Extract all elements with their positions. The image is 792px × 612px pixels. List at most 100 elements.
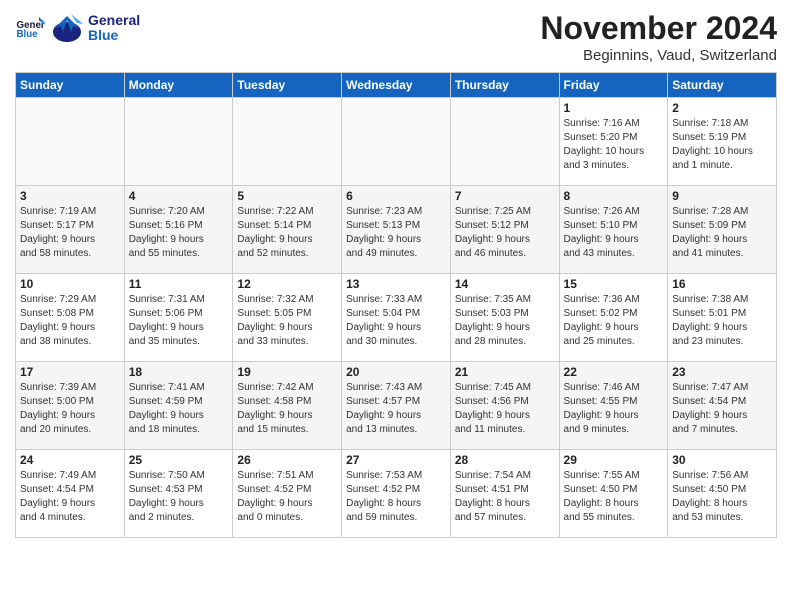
calendar-day-cell: 12 Sunrise: 7:32 AM Sunset: 5:05 PM Dayli… <box>233 274 342 362</box>
day-detail: Sunrise: 7:54 AM Sunset: 4:51 PM Dayligh… <box>455 469 555 525</box>
calendar-day-cell: 13 Sunrise: 7:33 AM Sunset: 5:04 PM Dayli… <box>342 274 451 362</box>
calendar-day-cell <box>233 98 342 186</box>
logo-bird-icon <box>49 10 85 46</box>
calendar-day-cell: 25Sunrise: 7:50 AM Sunset: 4:53 PM Dayli… <box>124 450 233 538</box>
month-title: November 2024 <box>540 10 777 47</box>
day-number: 24 <box>20 453 120 467</box>
calendar-header-row: Sunday Monday Tuesday Wednesday Thursday… <box>16 73 777 98</box>
calendar-day-cell: 24 Sunrise: 7:49 AM Sunset: 4:54 PM Dayli… <box>16 450 125 538</box>
day-detail: Sunrise: 7:39 AM Sunset: 5:00 PM Dayligh… <box>20 381 120 437</box>
calendar-day-cell <box>342 98 451 186</box>
location: Beginnins, Vaud, Switzerland <box>540 47 777 64</box>
day-detail: Sunrise: 7:25 AM Sunset: 5:12 PM Dayligh… <box>455 205 555 261</box>
day-detail: Sunrise: 7:32 AM Sunset: 5:05 PM Dayligh… <box>237 293 337 349</box>
calendar-week-row: 17 Sunrise: 7:39 AM Sunset: 5:00 PM Dayli… <box>16 362 777 450</box>
calendar-day-cell: 27 Sunrise: 7:53 AM Sunset: 4:52 PM Dayli… <box>342 450 451 538</box>
calendar-week-row: 1Sunrise: 7:16 AM Sunset: 5:20 PM Daylig… <box>16 98 777 186</box>
svg-text:Blue: Blue <box>17 29 39 40</box>
calendar-day-cell: 21Sunrise: 7:45 AM Sunset: 4:56 PM Dayli… <box>450 362 559 450</box>
day-number: 12 <box>237 277 337 291</box>
calendar-day-cell <box>450 98 559 186</box>
calendar-day-cell: 9Sunrise: 7:28 AM Sunset: 5:09 PM Daylig… <box>668 186 777 274</box>
calendar-day-cell: 7 Sunrise: 7:25 AM Sunset: 5:12 PM Daylig… <box>450 186 559 274</box>
calendar-day-cell: 3Sunrise: 7:19 AM Sunset: 5:17 PM Daylig… <box>16 186 125 274</box>
day-detail: Sunrise: 7:41 AM Sunset: 4:59 PM Dayligh… <box>129 381 229 437</box>
calendar-day-cell: 5Sunrise: 7:22 AM Sunset: 5:14 PM Daylig… <box>233 186 342 274</box>
calendar-day-cell: 4 Sunrise: 7:20 AM Sunset: 5:16 PM Daylig… <box>124 186 233 274</box>
calendar-table: Sunday Monday Tuesday Wednesday Thursday… <box>15 72 777 538</box>
day-number: 8 <box>564 189 664 203</box>
day-detail: Sunrise: 7:29 AM Sunset: 5:08 PM Dayligh… <box>20 293 120 349</box>
day-detail: Sunrise: 7:56 AM Sunset: 4:50 PM Dayligh… <box>672 469 772 525</box>
day-detail: Sunrise: 7:53 AM Sunset: 4:52 PM Dayligh… <box>346 469 446 525</box>
day-number: 6 <box>346 189 446 203</box>
calendar-day-cell: 18 Sunrise: 7:41 AM Sunset: 4:59 PM Dayli… <box>124 362 233 450</box>
day-detail: Sunrise: 7:46 AM Sunset: 4:55 PM Dayligh… <box>564 381 664 437</box>
day-detail: Sunrise: 7:49 AM Sunset: 4:54 PM Dayligh… <box>20 469 120 525</box>
calendar-day-cell: 17 Sunrise: 7:39 AM Sunset: 5:00 PM Dayli… <box>16 362 125 450</box>
calendar-day-cell: 28Sunrise: 7:54 AM Sunset: 4:51 PM Dayli… <box>450 450 559 538</box>
day-number: 11 <box>129 277 229 291</box>
calendar-day-cell: 14Sunrise: 7:35 AM Sunset: 5:03 PM Dayli… <box>450 274 559 362</box>
calendar-day-cell <box>124 98 233 186</box>
calendar-day-cell: 26 Sunrise: 7:51 AM Sunset: 4:52 PM Dayli… <box>233 450 342 538</box>
title-area: November 2024 Beginnins, Vaud, Switzerla… <box>540 10 777 64</box>
day-number: 26 <box>237 453 337 467</box>
calendar-day-cell: 2 Sunrise: 7:18 AM Sunset: 5:19 PM Daylig… <box>668 98 777 186</box>
calendar-day-cell: 10 Sunrise: 7:29 AM Sunset: 5:08 PM Dayli… <box>16 274 125 362</box>
calendar-week-row: 3Sunrise: 7:19 AM Sunset: 5:17 PM Daylig… <box>16 186 777 274</box>
day-number: 23 <box>672 365 772 379</box>
day-detail: Sunrise: 7:28 AM Sunset: 5:09 PM Dayligh… <box>672 205 772 261</box>
logo-blue: Blue <box>88 28 140 43</box>
col-thursday: Thursday <box>450 73 559 98</box>
day-detail: Sunrise: 7:55 AM Sunset: 4:50 PM Dayligh… <box>564 469 664 525</box>
logo-icon: General Blue <box>15 13 45 43</box>
day-detail: Sunrise: 7:18 AM Sunset: 5:19 PM Dayligh… <box>672 117 772 173</box>
day-number: 22 <box>564 365 664 379</box>
col-monday: Monday <box>124 73 233 98</box>
day-detail: Sunrise: 7:50 AM Sunset: 4:53 PM Dayligh… <box>129 469 229 525</box>
logo: General Blue General Blue <box>15 10 140 46</box>
day-detail: Sunrise: 7:22 AM Sunset: 5:14 PM Dayligh… <box>237 205 337 261</box>
day-number: 14 <box>455 277 555 291</box>
calendar-day-cell: 29Sunrise: 7:55 AM Sunset: 4:50 PM Dayli… <box>559 450 668 538</box>
day-number: 15 <box>564 277 664 291</box>
calendar-body: 1Sunrise: 7:16 AM Sunset: 5:20 PM Daylig… <box>16 98 777 538</box>
day-detail: Sunrise: 7:38 AM Sunset: 5:01 PM Dayligh… <box>672 293 772 349</box>
day-number: 4 <box>129 189 229 203</box>
calendar-day-cell: 30 Sunrise: 7:56 AM Sunset: 4:50 PM Dayli… <box>668 450 777 538</box>
calendar-day-cell: 16Sunrise: 7:38 AM Sunset: 5:01 PM Dayli… <box>668 274 777 362</box>
day-number: 2 <box>672 101 772 115</box>
calendar-day-cell: 19Sunrise: 7:42 AM Sunset: 4:58 PM Dayli… <box>233 362 342 450</box>
day-number: 13 <box>346 277 446 291</box>
calendar-day-cell: 1Sunrise: 7:16 AM Sunset: 5:20 PM Daylig… <box>559 98 668 186</box>
day-number: 18 <box>129 365 229 379</box>
day-number: 17 <box>20 365 120 379</box>
day-number: 27 <box>346 453 446 467</box>
calendar-day-cell: 6 Sunrise: 7:23 AM Sunset: 5:13 PM Daylig… <box>342 186 451 274</box>
day-detail: Sunrise: 7:33 AM Sunset: 5:04 PM Dayligh… <box>346 293 446 349</box>
day-number: 19 <box>237 365 337 379</box>
col-friday: Friday <box>559 73 668 98</box>
calendar-week-row: 10 Sunrise: 7:29 AM Sunset: 5:08 PM Dayli… <box>16 274 777 362</box>
col-tuesday: Tuesday <box>233 73 342 98</box>
calendar-day-cell: 11Sunrise: 7:31 AM Sunset: 5:06 PM Dayli… <box>124 274 233 362</box>
day-detail: Sunrise: 7:20 AM Sunset: 5:16 PM Dayligh… <box>129 205 229 261</box>
calendar-day-cell: 20 Sunrise: 7:43 AM Sunset: 4:57 PM Dayli… <box>342 362 451 450</box>
day-detail: Sunrise: 7:43 AM Sunset: 4:57 PM Dayligh… <box>346 381 446 437</box>
col-saturday: Saturday <box>668 73 777 98</box>
col-sunday: Sunday <box>16 73 125 98</box>
calendar-day-cell: 23 Sunrise: 7:47 AM Sunset: 4:54 PM Dayli… <box>668 362 777 450</box>
day-detail: Sunrise: 7:19 AM Sunset: 5:17 PM Dayligh… <box>20 205 120 261</box>
day-detail: Sunrise: 7:47 AM Sunset: 4:54 PM Dayligh… <box>672 381 772 437</box>
day-number: 20 <box>346 365 446 379</box>
page-header: General Blue General Blue <box>15 10 777 64</box>
day-detail: Sunrise: 7:23 AM Sunset: 5:13 PM Dayligh… <box>346 205 446 261</box>
calendar-day-cell <box>16 98 125 186</box>
day-number: 7 <box>455 189 555 203</box>
day-number: 30 <box>672 453 772 467</box>
calendar-week-row: 24 Sunrise: 7:49 AM Sunset: 4:54 PM Dayli… <box>16 450 777 538</box>
day-detail: Sunrise: 7:51 AM Sunset: 4:52 PM Dayligh… <box>237 469 337 525</box>
day-number: 10 <box>20 277 120 291</box>
calendar-day-cell: 15Sunrise: 7:36 AM Sunset: 5:02 PM Dayli… <box>559 274 668 362</box>
